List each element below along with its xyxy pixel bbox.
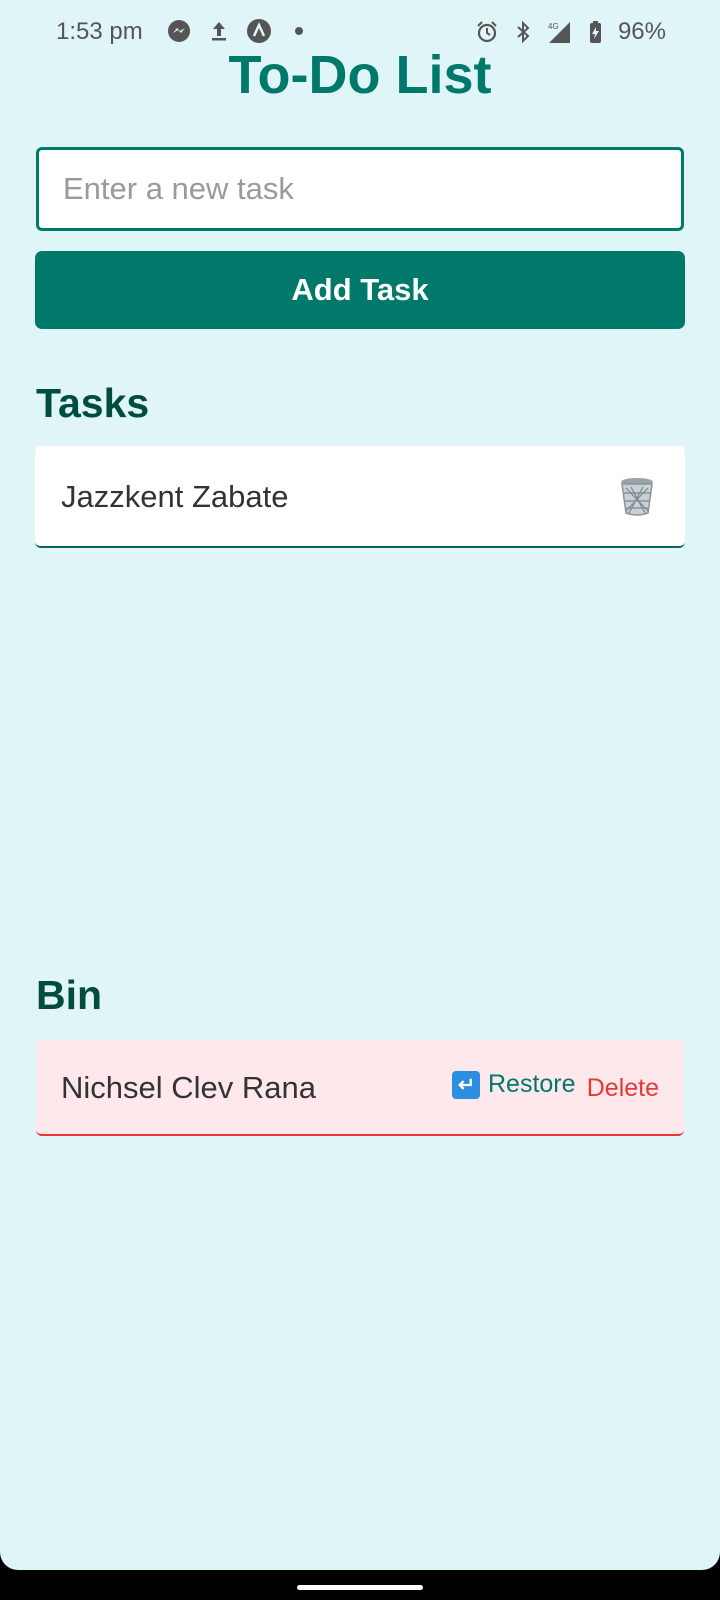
status-time: 1:53 pm bbox=[56, 18, 143, 45]
home-indicator[interactable] bbox=[297, 1585, 423, 1590]
status-left-icons bbox=[166, 18, 312, 44]
restore-icon bbox=[452, 1070, 480, 1099]
status-right: 4G 96% bbox=[474, 18, 666, 46]
bin-heading: Bin bbox=[36, 972, 103, 1018]
signal-4g-icon: 4G bbox=[546, 19, 572, 45]
task-item-text: Jazzkent Zabate bbox=[61, 479, 289, 514]
page-title: To-Do List bbox=[228, 45, 492, 105]
alarm-icon bbox=[474, 19, 500, 45]
tasks-heading: Tasks bbox=[36, 380, 150, 426]
task-item: Jazzkent Zabate bbox=[35, 446, 685, 548]
dot-icon bbox=[286, 18, 312, 44]
new-task-input[interactable] bbox=[36, 147, 684, 231]
delete-button[interactable]: Delete bbox=[587, 1074, 659, 1103]
bluetooth-icon bbox=[510, 19, 536, 45]
app-icon bbox=[246, 18, 272, 44]
restore-label: Restore bbox=[488, 1070, 576, 1098]
messenger-icon bbox=[166, 18, 192, 44]
trash-icon[interactable] bbox=[617, 475, 657, 517]
add-task-button[interactable]: Add Task bbox=[35, 251, 685, 329]
bin-item-text: Nichsel Clev Rana bbox=[61, 1070, 316, 1105]
svg-text:4G: 4G bbox=[548, 22, 559, 31]
battery-charging-icon bbox=[582, 19, 608, 45]
upload-icon bbox=[206, 18, 232, 44]
restore-button[interactable]: Restore bbox=[452, 1070, 576, 1099]
app-screen: 1:53 pm 4G 96% To-Do List Enter a new ta… bbox=[0, 0, 720, 1570]
bin-item: Nichsel Clev Rana Restore Delete bbox=[36, 1040, 684, 1136]
battery-percent: 96% bbox=[617, 18, 666, 45]
